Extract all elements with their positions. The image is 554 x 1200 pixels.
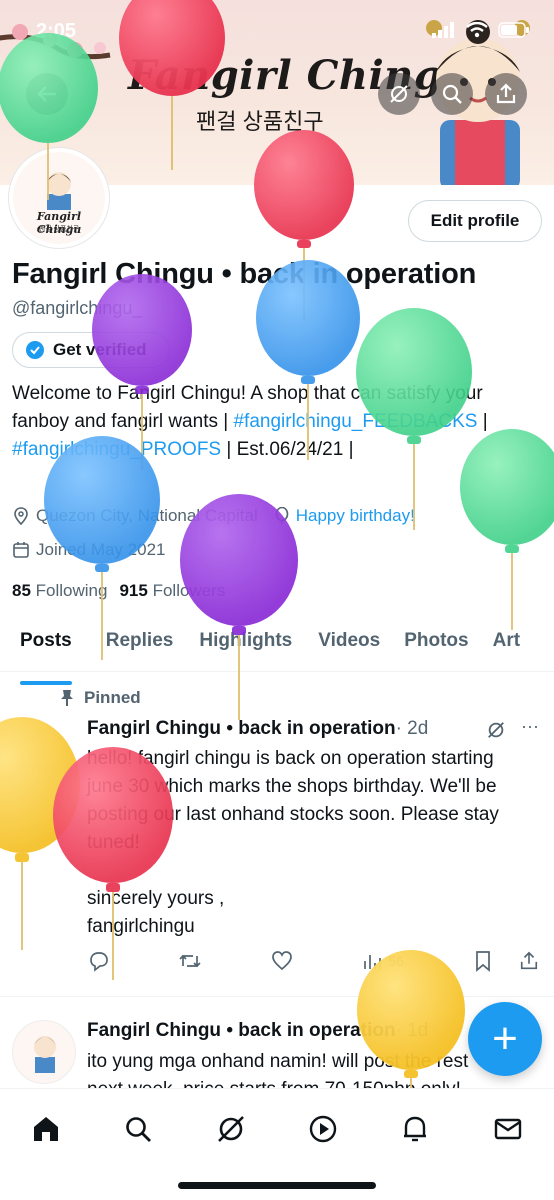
like-icon[interactable]	[271, 950, 293, 972]
profile-handle: @fangirlchingu_	[12, 298, 143, 318]
profile-avatar[interactable]: Fangirl Chingu 팬걸 상품친구	[9, 148, 109, 248]
banner-subtitle: 팬걸 상품친구	[196, 109, 324, 134]
profile-meta-location-row: Quezon City, National Capital Happy birt…	[12, 506, 415, 526]
grok-icon	[390, 85, 408, 103]
wifi-icon	[466, 22, 488, 38]
avatar-mascot	[34, 1036, 56, 1073]
post-header: Fangirl Chingu • back in operation· 2d	[87, 718, 428, 740]
birthday-link[interactable]: Happy birthday!	[296, 506, 415, 526]
post-author[interactable]: Fangirl Chingu • back in operation	[87, 1020, 396, 1041]
post-time: · 1d	[395, 1020, 429, 1041]
verified-badge-icon	[26, 341, 44, 359]
compose-post-button[interactable]: +	[468, 1002, 542, 1076]
following-label: Following	[35, 581, 108, 600]
pinned-indicator: Pinned	[60, 688, 141, 708]
tab-photos[interactable]: Photos	[404, 620, 468, 671]
post-header: Fangirl Chingu • back in operation· 1d	[87, 1020, 428, 1042]
tab-articles[interactable]: Art	[493, 620, 520, 671]
post-text: ito yung mga onhand namin! will post the…	[87, 1051, 469, 1088]
search-icon	[442, 84, 462, 104]
views-stat[interactable]: 56	[362, 951, 404, 971]
grok-button[interactable]	[378, 73, 420, 115]
views-icon	[364, 955, 382, 969]
tab-posts[interactable]: Posts	[20, 620, 72, 685]
bio-hashtag-proofs[interactable]: #fangirlchingu_PROOFS	[12, 439, 221, 460]
pinned-label: Pinned	[84, 688, 141, 707]
nav-search[interactable]	[118, 1109, 158, 1149]
home-icon	[34, 1117, 59, 1141]
mail-icon	[494, 1118, 521, 1140]
bell-icon	[404, 1116, 427, 1142]
profile-name: Fangirl Chingu • back in operation	[12, 258, 477, 290]
profile-tabs: Posts Replies Highlights Videos Photos A…	[0, 620, 554, 685]
followers-link[interactable]: 915 Followers	[119, 581, 225, 601]
play-icon	[309, 1115, 337, 1143]
nav-home[interactable]	[26, 1109, 66, 1149]
follow-stats: 85 Following 915 Followers	[12, 581, 225, 601]
share-button[interactable]	[485, 73, 527, 115]
following-link[interactable]: 85 Following	[12, 581, 107, 601]
nav-grok[interactable]	[211, 1109, 251, 1149]
post-time: · 2d	[395, 718, 429, 739]
views-count: 56	[388, 953, 404, 969]
nav-video[interactable]	[303, 1109, 343, 1149]
battery-icon	[498, 22, 529, 38]
pin-icon	[61, 690, 73, 706]
search-button[interactable]	[431, 73, 473, 115]
bookmark-icon[interactable]	[473, 950, 493, 972]
repost-icon[interactable]	[178, 950, 202, 972]
post-text: hello! fangirl chingu is back on operati…	[87, 748, 499, 937]
grok-icon[interactable]	[486, 720, 506, 740]
edit-profile-button[interactable]: Edit profile	[408, 200, 542, 242]
post-author[interactable]: Fangirl Chingu • back in operation	[87, 718, 396, 739]
followers-label: Followers	[152, 581, 226, 600]
followers-count: 915	[119, 581, 148, 600]
reply-icon[interactable]	[87, 950, 109, 972]
arrow-left-icon	[37, 86, 56, 102]
tab-highlights[interactable]: Highlights	[199, 620, 292, 671]
post-avatar[interactable]	[12, 1020, 76, 1084]
profile-location: Quezon City, National Capital	[36, 506, 258, 525]
get-verified-button[interactable]: Get verified	[12, 332, 170, 368]
grok-icon	[217, 1116, 244, 1142]
share-icon[interactable]	[519, 950, 539, 972]
post-actions-right	[473, 950, 539, 972]
post-more-button[interactable]: ···	[520, 716, 540, 737]
status-icons	[432, 22, 530, 38]
search-icon	[126, 1117, 152, 1142]
avatar-mascot	[47, 172, 71, 210]
nav-notifications[interactable]	[395, 1109, 435, 1149]
location-pin-icon	[14, 507, 28, 525]
tab-replies[interactable]: Replies	[106, 620, 174, 671]
profile-bio: Welcome to Fangirl Chingu! A shop that c…	[12, 380, 542, 464]
bio-separator: |	[477, 411, 488, 432]
post-actions: 56	[87, 948, 539, 974]
following-count: 85	[12, 581, 31, 600]
avatar-logo-subtext: 팬걸 상품친구	[38, 226, 80, 233]
nav-messages[interactable]	[488, 1109, 528, 1149]
get-verified-label: Get verified	[53, 340, 147, 359]
cellular-signal-icon	[432, 22, 454, 38]
tab-videos[interactable]: Videos	[318, 620, 380, 671]
balloon-purple	[180, 494, 298, 720]
share-icon	[496, 83, 516, 104]
balloon-yellow	[0, 717, 80, 950]
balloon-icon	[275, 507, 289, 524]
back-button[interactable]	[26, 73, 68, 115]
avatar-image: Fangirl Chingu 팬걸 상품친구	[13, 152, 105, 244]
profile-meta-joined-row: Joined May 2021	[12, 540, 165, 560]
calendar-icon	[13, 542, 29, 558]
status-bar: 2:05	[0, 18, 554, 48]
home-indicator[interactable]	[178, 1182, 376, 1189]
bio-text-2: | Est.06/24/21 |	[221, 439, 354, 460]
status-time: 2:05	[36, 20, 77, 42]
profile-joined: Joined May 2021	[36, 540, 166, 559]
bio-hashtag-feedbacks[interactable]: #fangirlchingu_FEEDBACKS	[233, 411, 477, 432]
post-divider	[0, 996, 554, 997]
